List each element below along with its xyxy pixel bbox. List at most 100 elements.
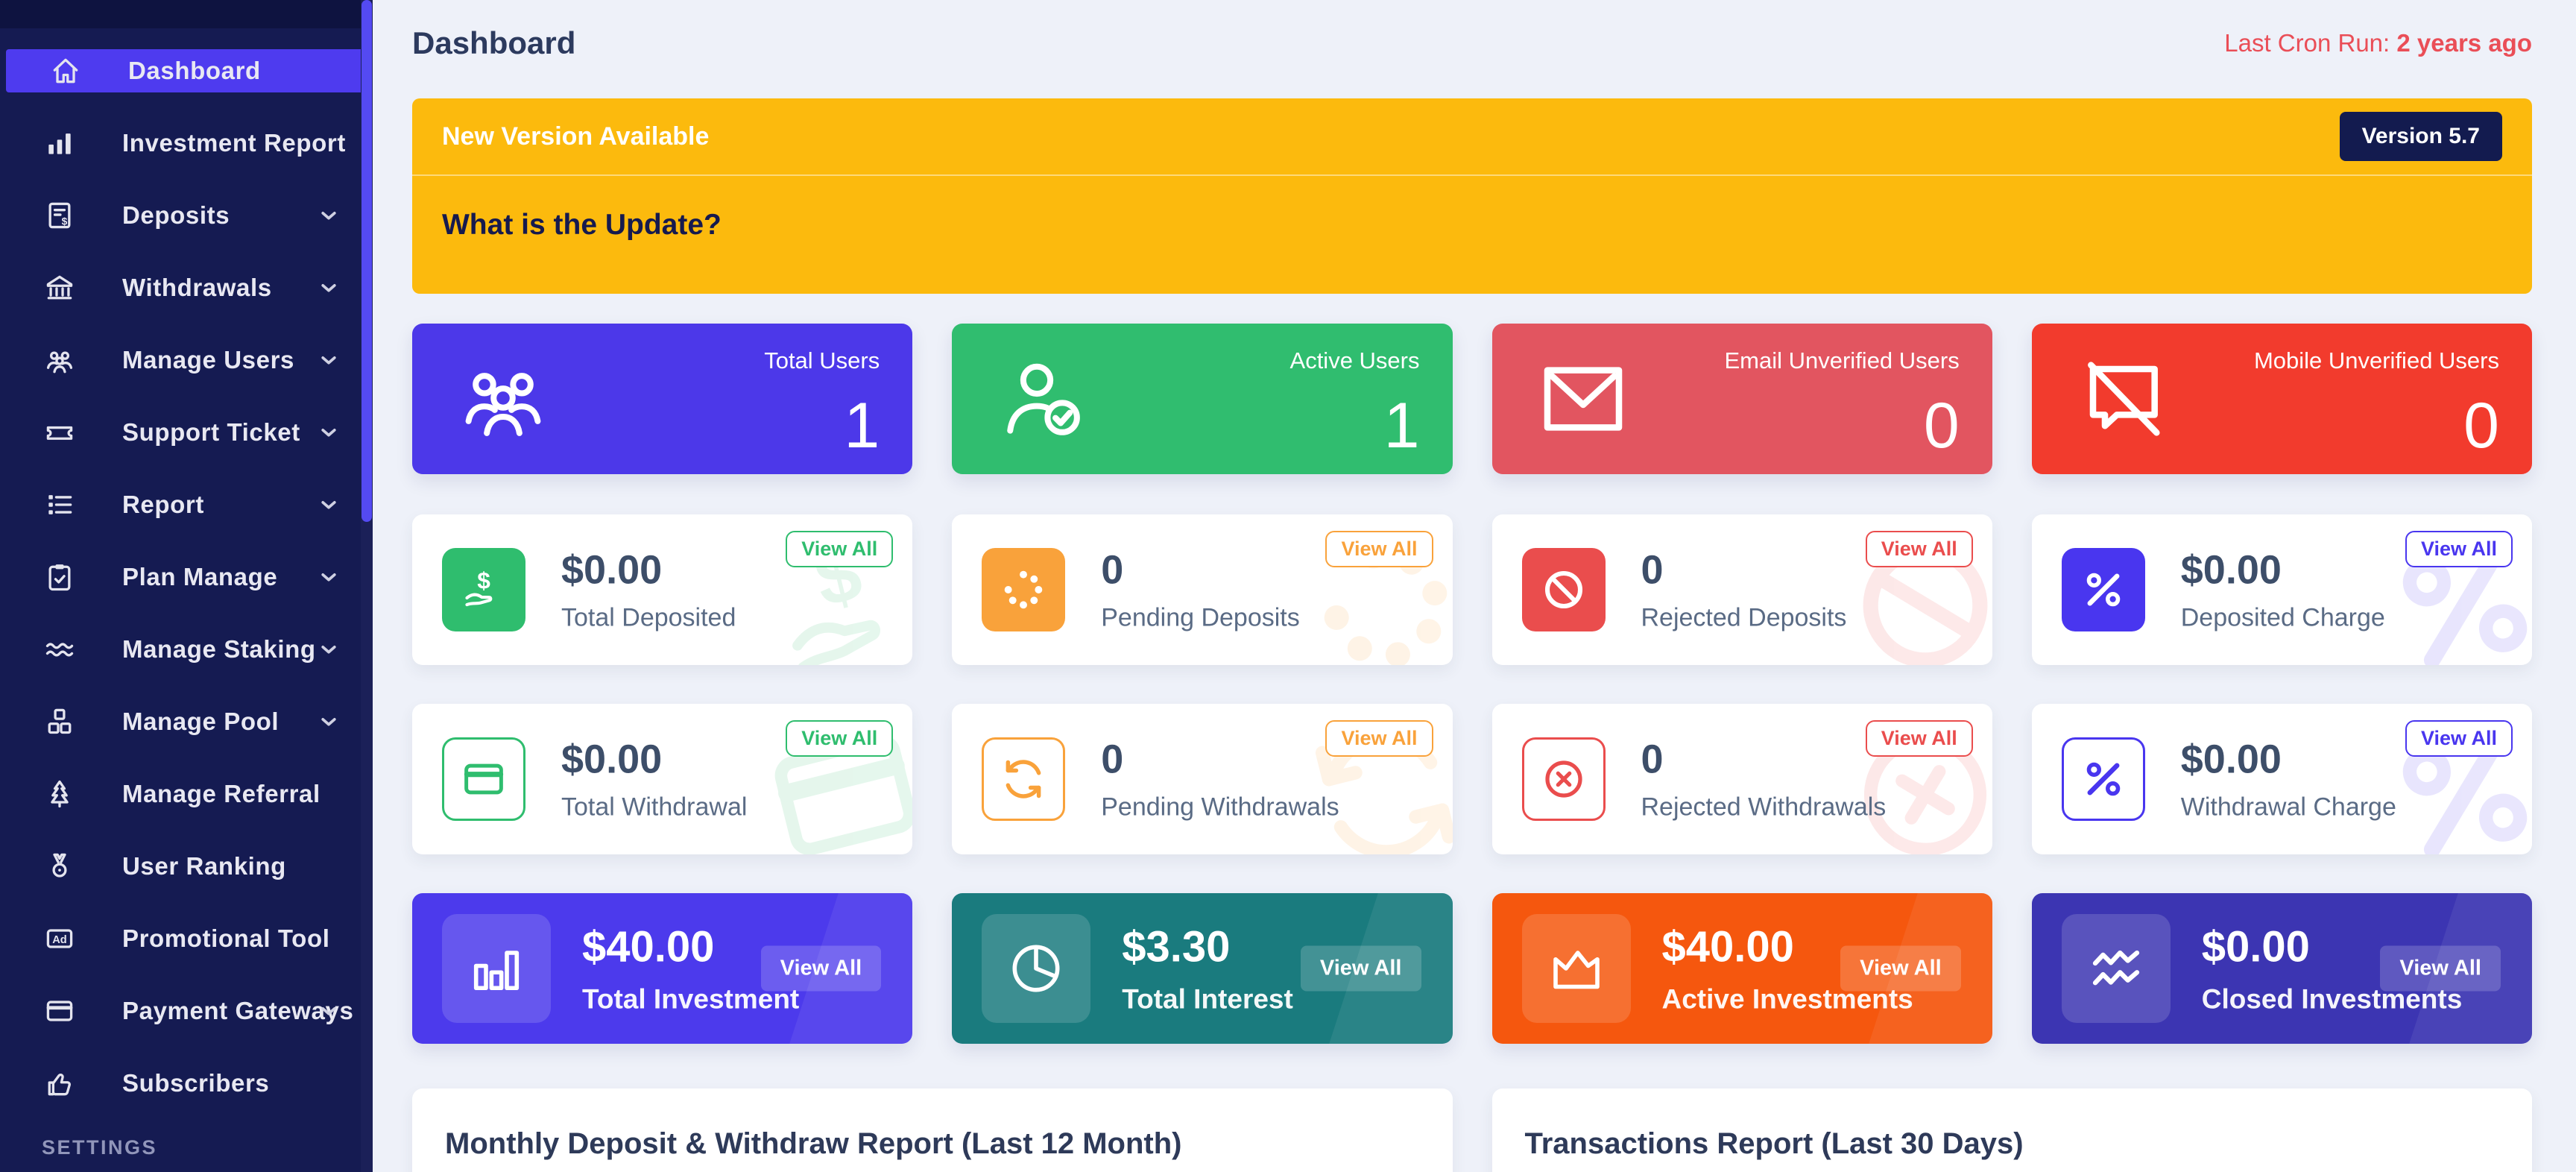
sidebar-item-label: Subscribers	[122, 1069, 269, 1097]
user-stats-row: Total Users 1 Active Users 1 Email Unver…	[412, 324, 2532, 474]
sidebar-item-label: Dashboard	[128, 57, 261, 85]
summary-label: Total Withdrawal	[561, 793, 747, 822]
view-all-button[interactable]: View All	[1325, 531, 1433, 567]
chevron-down-icon	[316, 203, 341, 228]
summary-card-rejected-withdrawals: 0 Rejected Withdrawals View All	[1492, 704, 1992, 854]
sidebar-scrollbar-thumb[interactable]	[362, 0, 372, 522]
sidebar-item-manage-staking[interactable]: Manage Staking	[0, 628, 373, 671]
stat-card-email-unverified-users: Email Unverified Users 0	[1492, 324, 1992, 474]
chart-bar-icon	[43, 127, 76, 160]
view-all-button[interactable]: View All	[761, 946, 882, 992]
sidebar-item-label: Promotional Tool	[122, 924, 329, 953]
ticket-icon	[43, 416, 76, 449]
view-all-button[interactable]: View All	[1866, 531, 1973, 567]
users-icon	[43, 344, 76, 377]
sidebar-item-report[interactable]: Report	[0, 483, 373, 526]
sidebar-item-support-ticket[interactable]: Support Ticket	[0, 411, 373, 454]
sidebar-item-label: Manage Pool	[122, 708, 279, 736]
view-all-button[interactable]: View All	[1301, 946, 1421, 992]
chevron-down-icon	[316, 709, 341, 734]
sidebar-item-investment-report[interactable]: Investment Report	[0, 122, 373, 165]
summary-label: Rejected Deposits	[1641, 604, 1847, 633]
chevron-down-icon	[316, 347, 341, 373]
transactions-report-card: Transactions Report (Last 30 Days)	[1492, 1088, 2533, 1172]
summary-value: 0	[1641, 737, 1887, 783]
pie-icon	[982, 914, 1090, 1023]
stat-label: Email Unverified Users	[1724, 347, 1959, 374]
sidebar-item-plan-manage[interactable]: Plan Manage	[0, 555, 373, 599]
stat-value: 0	[1924, 394, 1960, 458]
sidebar-item-withdrawals[interactable]: Withdrawals	[0, 266, 373, 309]
summary-label: Rejected Withdrawals	[1641, 793, 1887, 822]
chevron-down-icon	[316, 275, 341, 300]
sidebar-item-manage-pool[interactable]: Manage Pool	[0, 700, 373, 743]
medal-icon	[43, 850, 76, 883]
admin-dashboard: Dashboard Investment Report $ Deposits W…	[0, 0, 2576, 1172]
summary-label: Pending Withdrawals	[1101, 793, 1339, 822]
investment-summary-row: $40.00 Total Investment View All $3.30 T…	[412, 893, 2532, 1044]
view-all-button[interactable]: View All	[786, 531, 893, 567]
percent-icon	[2062, 548, 2145, 631]
sidebar-item-deposits[interactable]: $ Deposits	[0, 194, 373, 237]
deposit-withdraw-summary-grid: $ $ $0.00 Total Deposited View All 0 Pen…	[412, 514, 2532, 854]
sidebar-item-label: Manage Referral	[122, 780, 321, 808]
sidebar-item-label: Manage Users	[122, 346, 294, 374]
banner-body: What is the Update?	[412, 176, 2532, 294]
summary-label: Total Deposited	[561, 604, 736, 633]
sidebar-item-label: Plan Manage	[122, 563, 277, 591]
view-all-button[interactable]: View All	[2380, 946, 2501, 992]
view-all-button[interactable]: View All	[786, 720, 893, 757]
version-button[interactable]: Version 5.7	[2340, 112, 2502, 161]
summary-value: 0	[1641, 547, 1847, 593]
update-question-link[interactable]: What is the Update?	[442, 209, 722, 242]
sidebar-item-payment-gateways[interactable]: Payment Gateways	[0, 989, 373, 1033]
view-all-button[interactable]: View All	[1325, 720, 1433, 757]
bank-icon	[43, 271, 76, 304]
sidebar-item-label: Support Ticket	[122, 418, 300, 447]
investment-card-closed-investments: $0.00 Closed Investments View All	[2032, 893, 2532, 1044]
sidebar-item-label: Investment Report	[122, 129, 346, 157]
stat-label: Active Users	[1290, 347, 1420, 374]
hand-dollar-icon: $	[442, 548, 525, 631]
summary-label: Deposited Charge	[2181, 604, 2385, 633]
sidebar-item-subscribers[interactable]: Subscribers	[0, 1062, 373, 1105]
chevron-down-icon	[316, 564, 341, 590]
stat-card-total-users: Total Users 1	[412, 324, 912, 474]
investment-card-total-investment: $40.00 Total Investment View All	[412, 893, 912, 1044]
investment-label: Total Interest	[1122, 984, 1293, 1015]
cubes-icon	[43, 705, 76, 738]
sidebar: Dashboard Investment Report $ Deposits W…	[0, 0, 373, 1172]
view-all-button[interactable]: View All	[1866, 720, 1973, 757]
summary-value: 0	[1101, 547, 1300, 593]
reports-row: Monthly Deposit & Withdraw Report (Last …	[412, 1088, 2532, 1172]
ad-icon: Ad	[43, 922, 76, 955]
view-all-button[interactable]: View All	[1840, 946, 1961, 992]
summary-value: $0.00	[561, 737, 747, 783]
clipboard-check-icon	[43, 561, 76, 593]
view-all-button[interactable]: View All	[2405, 720, 2513, 757]
envelope-icon	[1535, 351, 1631, 447]
credit-card-icon	[43, 995, 76, 1027]
sms-slash-icon	[2075, 351, 2171, 447]
user-check-icon	[995, 351, 1090, 447]
summary-card-pending-withdrawals: 0 Pending Withdrawals View All	[952, 704, 1452, 854]
sidebar-item-manage-referral[interactable]: Manage Referral	[0, 772, 373, 816]
svg-text:$: $	[62, 215, 68, 227]
sidebar-menu: Dashboard Investment Report $ Deposits W…	[0, 28, 373, 1105]
summary-card-rejected-deposits: 0 Rejected Deposits View All	[1492, 514, 1992, 665]
banner-header: New Version Available Version 5.7	[412, 98, 2532, 174]
sidebar-item-dashboard[interactable]: Dashboard	[6, 49, 373, 92]
sidebar-settings-header: SETTINGS	[42, 1136, 373, 1159]
view-all-button[interactable]: View All	[2405, 531, 2513, 567]
sidebar-item-promotional-tool[interactable]: Ad Promotional Tool	[0, 917, 373, 960]
summary-card-total-deposited: $ $ $0.00 Total Deposited View All	[412, 514, 912, 665]
invoice-dollar-icon: $	[43, 199, 76, 232]
stat-value: 1	[1384, 394, 1420, 458]
investment-card-active-investments: $40.00 Active Investments View All	[1492, 893, 1992, 1044]
sync-icon	[982, 737, 1065, 821]
sidebar-item-user-ranking[interactable]: User Ranking	[0, 845, 373, 888]
cron-label: Last Cron Run:	[2224, 29, 2390, 57]
sidebar-item-manage-users[interactable]: Manage Users	[0, 338, 373, 382]
summary-card-withdrawal-charge: $0.00 Withdrawal Charge View All	[2032, 704, 2532, 854]
summary-value: $0.00	[561, 547, 736, 593]
